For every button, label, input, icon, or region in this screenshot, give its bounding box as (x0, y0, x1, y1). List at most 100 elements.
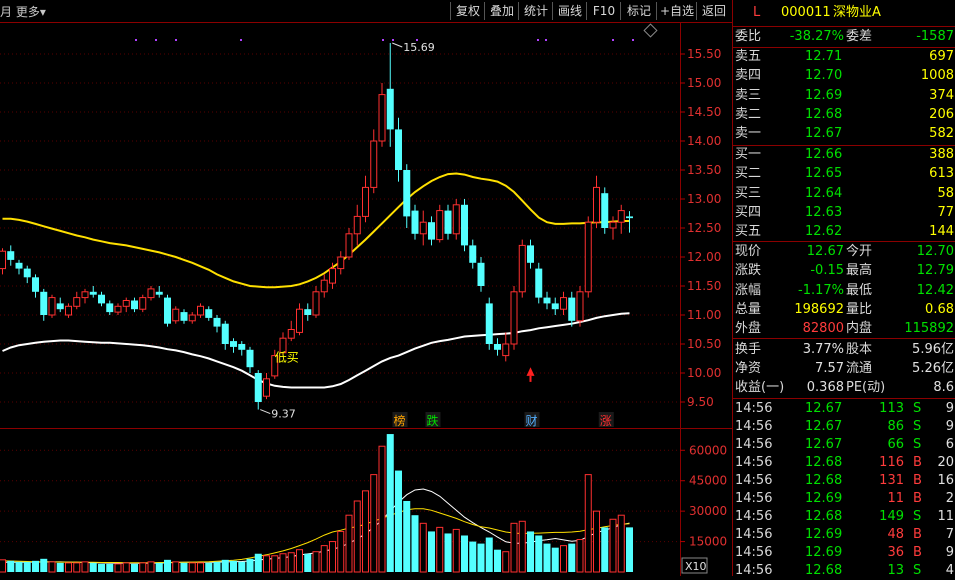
tick-row[interactable]: 14:56 12.67 86 S 9 (733, 418, 955, 436)
more-menu[interactable]: 更多 (16, 5, 40, 19)
ask-price: 12.69 (805, 87, 843, 103)
volume-bar (15, 561, 23, 572)
weicha-value: -1587 (916, 29, 954, 44)
stats-label: 流通 (846, 361, 873, 376)
tick-volume: 113 (879, 401, 904, 416)
weibi-value: -38.27% (789, 29, 844, 44)
tick-row[interactable]: 14:56 12.67 66 S 6 (733, 436, 955, 454)
volume-bar (485, 537, 493, 572)
divider (733, 241, 955, 242)
volume-bar (386, 434, 394, 572)
bid-volume: 77 (937, 204, 954, 220)
volume-bar (494, 549, 501, 572)
stats-row[interactable]: 换手 3.77% 股本 5.96亿 (733, 341, 955, 359)
volume-bar (518, 520, 526, 573)
quote-label: 最高 (846, 263, 873, 279)
tick-row[interactable]: 14:56 12.67 113 S 9 (733, 400, 955, 418)
tick-count: 9 (945, 545, 954, 560)
back-button[interactable]: 返回 (696, 2, 731, 20)
quote-label: 内盘 (846, 321, 873, 337)
volume-bar (56, 562, 64, 572)
add-watchlist-button[interactable]: +自选 (656, 2, 697, 20)
low-annotation: 9.37 (271, 408, 296, 421)
event-marker: 涨 (600, 413, 612, 428)
volume-bar (461, 535, 468, 572)
tick-row[interactable]: 14:56 12.68 131 B 16 (733, 472, 955, 490)
tick-row[interactable]: 14:56 12.69 36 B 9 (733, 544, 955, 562)
chevron-down-icon[interactable]: ▾ (40, 5, 46, 19)
volume-bar (254, 553, 262, 572)
bid-row[interactable]: 买二 12.65 613 (733, 165, 955, 183)
quote-value: 12.67 (806, 244, 844, 259)
tick-price: 12.68 (805, 473, 843, 488)
tick-row[interactable]: 14:56 12.68 149 S 11 (733, 508, 955, 526)
quote-row[interactable]: 外盘 82800 内盘 115892 (733, 320, 955, 338)
bid-label: 买三 (735, 185, 762, 201)
quote-row[interactable]: 现价 12.67 今开 12.70 (733, 243, 955, 261)
stats-row[interactable]: 收益(一) 0.368 PE(动) 8.6 (733, 379, 955, 397)
candle-body (535, 268, 543, 298)
overlay-button[interactable]: 叠加 (484, 2, 519, 20)
volume-tick-label: 15000 (689, 535, 727, 549)
candle-body (122, 300, 130, 307)
tick-volume: 36 (887, 545, 904, 560)
ask-row[interactable]: 卖一 12.67 582 (733, 125, 955, 143)
tick-row[interactable]: 14:56 12.68 13 S 4 (733, 562, 955, 580)
ask-row[interactable]: 卖二 12.68 206 (733, 106, 955, 124)
stock-flag: L (753, 5, 761, 20)
ask-row[interactable]: 卖五 12.71 697 (733, 48, 955, 66)
weicha-label: 委差 (846, 29, 873, 44)
restore-rights-button[interactable]: 复权 (450, 2, 485, 20)
candle-body (386, 88, 394, 130)
volume-bar (345, 514, 353, 573)
candle-body (287, 329, 295, 339)
top-marker (612, 39, 614, 41)
f10-button[interactable]: F10 (586, 2, 621, 20)
tick-count: 6 (945, 437, 954, 452)
candle-body (254, 373, 262, 402)
ask-label: 卖五 (735, 49, 762, 64)
tick-row[interactable]: 14:56 12.69 48 B 7 (733, 526, 955, 544)
candle-body (436, 210, 444, 241)
ask-label: 卖二 (735, 106, 762, 122)
divider (733, 398, 955, 399)
volume-bar (428, 531, 435, 572)
statistics-button[interactable]: 统计 (518, 2, 553, 20)
event-marker: 榜 (394, 413, 406, 428)
bid-price: 12.63 (805, 204, 843, 220)
candle-body (172, 308, 180, 322)
draw-line-button[interactable]: 画线 (552, 2, 587, 20)
price-tick-label: 14.50 (687, 105, 721, 119)
tick-price: 12.68 (805, 455, 843, 470)
high-annotation-pointer (392, 42, 403, 48)
quote-row[interactable]: 总量 198692 量比 0.68 (733, 301, 955, 319)
stats-row[interactable]: 净资 7.57 流通 5.26亿 (733, 360, 955, 378)
volume-unit-label: X10 (685, 560, 707, 573)
candle-body (502, 343, 510, 357)
bid-volume: 144 (929, 224, 954, 240)
tick-row[interactable]: 14:56 12.69 11 B 2 (733, 490, 955, 508)
volume-bar (114, 563, 122, 573)
bid-row[interactable]: 买三 12.64 58 (733, 185, 955, 203)
stats-label: 股本 (846, 342, 873, 357)
quote-row[interactable]: 涨幅 -1.17% 最低 12.42 (733, 282, 955, 300)
ask-row[interactable]: 卖三 12.69 374 (733, 87, 955, 105)
tick-price: 12.67 (805, 401, 843, 416)
candle-body (411, 210, 419, 234)
ask-volume: 1008 (920, 68, 954, 84)
tick-row[interactable]: 14:56 12.68 116 B 20 (733, 454, 955, 472)
candle-body (543, 297, 551, 304)
volume-bar (411, 515, 419, 572)
mark-button[interactable]: 标记 (620, 2, 657, 20)
ask-label: 卖三 (735, 87, 762, 103)
bid-row[interactable]: 买一 12.66 388 (733, 146, 955, 164)
stock-name[interactable]: 深物业A (833, 4, 881, 22)
quote-row[interactable]: 涨跌 -0.15 最高 12.79 (733, 262, 955, 280)
top-marker (240, 39, 242, 41)
bid-row[interactable]: 买五 12.62 144 (733, 223, 955, 241)
diamond-icon (643, 23, 658, 38)
kline-chart-area[interactable]: 15.50 15.00 14.50 14.00 13.50 13.00 12.50 12.00… (0, 0, 732, 576)
bid-row[interactable]: 买四 12.63 77 (733, 204, 955, 222)
ask-row[interactable]: 卖四 12.70 1008 (733, 67, 955, 85)
candle-body (353, 215, 361, 235)
